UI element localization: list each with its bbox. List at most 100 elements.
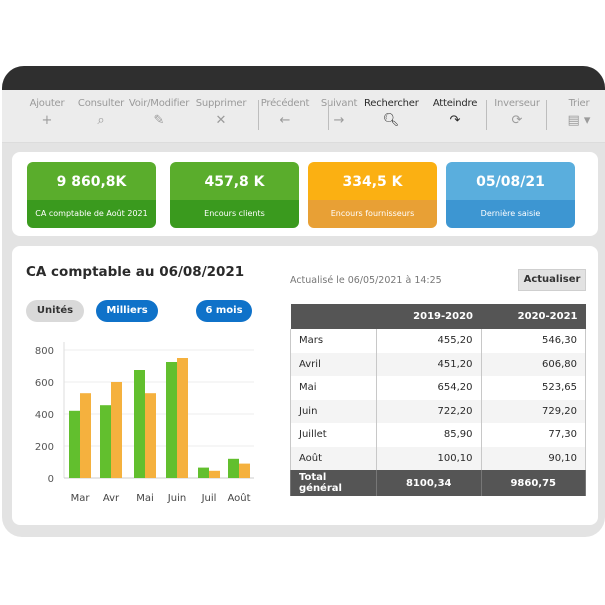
toolbar-button-précédent[interactable]: Précédent ← xyxy=(258,98,312,128)
bar-2019-2020-Avr xyxy=(100,405,111,478)
table-row: Juin 722,20 729,20 xyxy=(290,399,586,423)
search-icon: 🔍︎ xyxy=(382,113,400,128)
last-updated-text: Actualisé le 06/05/2021 à 14:25 xyxy=(290,275,442,286)
kpi-value: 05/08/21 xyxy=(446,162,575,200)
y-tick-label: 400 xyxy=(35,410,54,421)
x-tick-label: Août xyxy=(227,492,250,504)
total-value: 8100,34 xyxy=(376,470,482,496)
toolbar-separator xyxy=(328,100,329,130)
redo-arrow-icon: ↷ xyxy=(449,113,461,128)
column-header: 2019-2020 xyxy=(376,304,481,329)
toolbar-button-label: Consulter xyxy=(77,98,125,109)
toolbar-button-label: Trier xyxy=(568,98,590,109)
toolbar-button-label: Atteindre xyxy=(432,98,478,109)
toolbar-button-label: Rechercher xyxy=(364,98,419,109)
kpi-value: 334,5 K xyxy=(308,162,437,200)
kpi-caption: Dernière saisie xyxy=(446,200,575,228)
month-cell: Avril xyxy=(290,352,377,376)
total-label: Total général xyxy=(290,470,377,496)
bar-2020-2021-Mar xyxy=(80,393,91,478)
value-cell: 85,90 xyxy=(376,423,482,447)
kpi-card[interactable]: 457,8 K Encours clients xyxy=(170,162,299,228)
plus-icon: + xyxy=(41,113,53,128)
toolbar-button-label: Ajouter xyxy=(29,98,65,109)
kpi-value: 457,8 K xyxy=(170,162,299,200)
bar-2019-2020-Mar xyxy=(69,410,80,478)
pencil-icon: ✎ xyxy=(153,113,165,128)
column-header xyxy=(290,304,377,329)
bar-2019-2020-Août xyxy=(228,458,239,478)
x-tick-label: Mai xyxy=(136,493,154,504)
refresh-icon: ⟳ xyxy=(511,113,523,128)
magnifier-icon: ⌕ xyxy=(97,113,105,128)
y-tick-label: 600 xyxy=(35,378,54,389)
value-cell: 546,30 xyxy=(480,329,586,353)
revenue-table: 2019-2020 2020-2021 Mars 455,20 546,30 Avril 4… xyxy=(290,304,586,496)
toolbar-button-atteindre[interactable]: Atteindre ↷ xyxy=(428,98,482,128)
x-tick-label: Juin xyxy=(167,493,186,504)
month-cell: Mai xyxy=(290,376,377,400)
value-cell: 654,20 xyxy=(376,376,482,400)
month-cell: Juin xyxy=(290,399,377,423)
document-dropdown-icon: ▤ ▾ xyxy=(567,113,591,128)
toolbar-button-rechercher[interactable]: Rechercher 🔍︎ xyxy=(364,98,419,128)
value-cell: 523,65 xyxy=(480,376,586,400)
total-value: 9860,75 xyxy=(480,470,586,496)
table-header-row: 2019-2020 2020-2021 xyxy=(290,304,586,329)
bar-2020-2021-Mai xyxy=(145,393,156,478)
refresh-button[interactable]: Actualiser xyxy=(518,269,586,291)
toolbar-button-label: Précédent xyxy=(260,98,310,109)
close-icon: ✕ xyxy=(215,113,227,128)
kpi-panel: 9 860,8K CA comptable de Août 2021 457,8 K… xyxy=(12,152,598,236)
column-header: 2020-2021 xyxy=(481,304,586,329)
month-cell: Juillet xyxy=(290,423,377,447)
title-bar xyxy=(2,66,605,90)
table-row: Mars 455,20 546,30 xyxy=(290,329,586,353)
period-6-months-button[interactable]: 6 mois xyxy=(196,300,252,322)
y-tick-label: 0 xyxy=(48,474,54,485)
kpi-value: 9 860,8K xyxy=(27,162,156,200)
value-cell: 451,20 xyxy=(376,352,482,376)
toolbar-button-label: Suivant xyxy=(320,98,358,109)
bar-2020-2021-Juin xyxy=(177,358,188,478)
bar-2019-2020-Juil xyxy=(198,467,209,478)
toolbar-button-label: Supprimer xyxy=(195,98,247,109)
total-row: Total général 8100,34 9860,75 xyxy=(290,470,586,496)
toolbar-button-trier[interactable]: Trier ▤ ▾ xyxy=(552,98,605,128)
month-cell: Mars xyxy=(290,329,377,353)
toolbar-separator xyxy=(258,100,259,130)
arrow-right-icon: → xyxy=(333,113,345,128)
toolbar-button-label: Voir/Modifier xyxy=(128,98,190,109)
toolbar-button-consulter[interactable]: Consulter ⌕ xyxy=(74,98,128,128)
toolbar-button-label: Inverseur xyxy=(494,98,540,109)
toolbar-separator xyxy=(486,100,487,130)
kpi-card[interactable]: 9 860,8K CA comptable de Août 2021 xyxy=(27,162,156,228)
bar-2019-2020-Mai xyxy=(134,370,145,478)
toolbar-separator xyxy=(546,100,547,130)
y-tick-label: 800 xyxy=(35,346,54,357)
value-cell: 606,80 xyxy=(480,352,586,376)
panel-title: CA comptable au 06/08/2021 xyxy=(26,264,245,280)
x-tick-label: Juil xyxy=(201,493,217,504)
x-tick-label: Mar xyxy=(71,493,91,504)
arrow-left-icon: ← xyxy=(279,113,291,128)
kpi-caption: Encours clients xyxy=(170,200,299,228)
bar-2020-2021-Juil xyxy=(209,470,220,478)
revenue-panel: CA comptable au 06/08/2021 Unités Millie… xyxy=(12,246,598,525)
table-row: Août 100,10 90,10 xyxy=(290,446,586,470)
toolbar-button-inverseur[interactable]: Inverseur ⟳ xyxy=(490,98,544,128)
kpi-caption: Encours fournisseurs xyxy=(308,200,437,228)
value-cell: 90,10 xyxy=(480,446,586,470)
units-toggle-button[interactable]: Unités xyxy=(26,300,84,322)
toolbar-button-ajouter[interactable]: Ajouter + xyxy=(20,98,74,128)
bar-2020-2021-Avr xyxy=(111,382,122,478)
toolbar-button-supprimer[interactable]: Supprimer ✕ xyxy=(194,98,248,128)
kpi-card[interactable]: 05/08/21 Dernière saisie xyxy=(446,162,575,228)
toolbar-button-voir-modifier[interactable]: Voir/Modifier ✎ xyxy=(126,98,192,128)
table-row: Juillet 85,90 77,30 xyxy=(290,423,586,447)
thousands-toggle-button[interactable]: Milliers xyxy=(96,300,158,322)
kpi-card[interactable]: 334,5 K Encours fournisseurs xyxy=(308,162,437,228)
toolbar-button-suivant[interactable]: Suivant → xyxy=(312,98,366,128)
value-cell: 100,10 xyxy=(376,446,482,470)
app-window: Ajouter + Consulter ⌕ Voir/Modifier ✎ Supprime… xyxy=(2,66,605,537)
